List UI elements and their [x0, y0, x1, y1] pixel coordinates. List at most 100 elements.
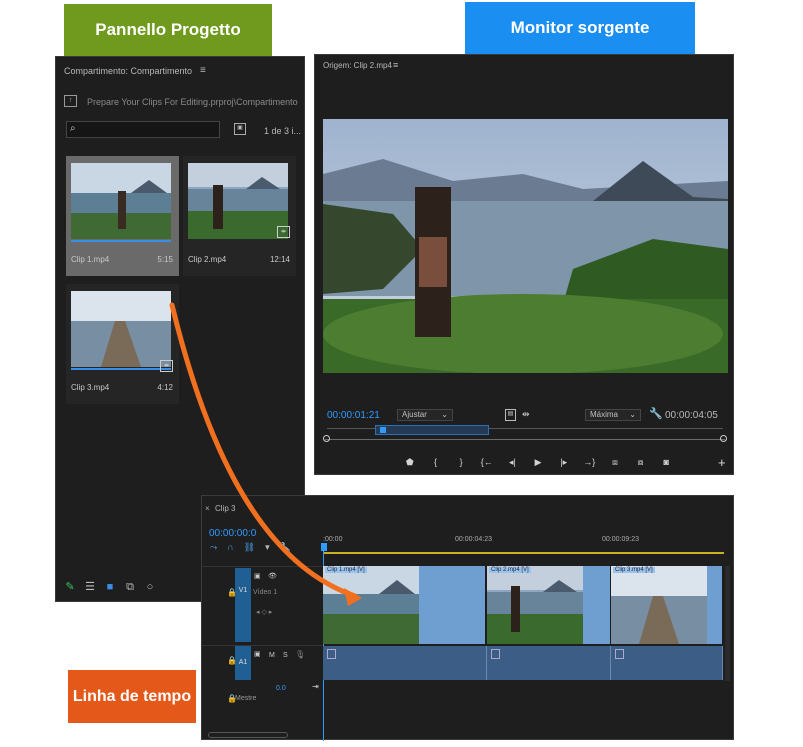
current-timecode[interactable]: 00:00:01:21	[327, 410, 380, 421]
up-folder-icon[interactable]: ↑	[64, 95, 77, 107]
keyframe-nav-icon[interactable]: ◂ ◇ ▸	[256, 608, 272, 616]
horizontal-scrollbar[interactable]	[208, 732, 288, 738]
fx-badge-icon	[327, 649, 336, 659]
track-target-a1[interactable]: A1	[235, 646, 251, 680]
search-input[interactable]: ⌕	[66, 121, 220, 138]
snap-icon[interactable]: ∩	[227, 542, 233, 553]
scroll-handle-right[interactable]	[720, 435, 727, 442]
list-view-icon[interactable]: ☰	[84, 581, 96, 593]
quality-value: Máxima	[590, 410, 619, 419]
project-clip-3[interactable]: ⇹ Clip 3.mp4 4:12	[66, 284, 179, 404]
project-clip-2[interactable]: ⇹ Clip 2.mp4 12:14	[183, 156, 296, 276]
clip-duration: 5:15	[157, 255, 173, 264]
audio-video-badge-icon: ⇹	[277, 226, 290, 238]
insert-icon[interactable]: ⧈	[608, 456, 622, 468]
icon-view-icon[interactable]: ■	[104, 581, 116, 593]
timeline-clip-2[interactable]: Clip 2.mp4 [V]	[487, 566, 583, 644]
drag-video-icon[interactable]: ⇹	[522, 409, 530, 420]
step-forward-icon[interactable]: |▸	[557, 456, 571, 468]
timeline-clip-1-tail[interactable]	[419, 566, 485, 644]
clip-name: Clip 2.mp4	[188, 255, 227, 264]
master-volume[interactable]: 0.0	[276, 685, 286, 692]
search-icon: ⌕	[70, 123, 76, 134]
timeline-panel: × Clip 3 00:00:00:0 ⤳ ∩ ⛓ ▾ 🔧 :00:00 00:…	[201, 495, 734, 741]
linked-selection-icon[interactable]: ⛓	[244, 542, 255, 553]
camera-icon[interactable]: ◙	[659, 456, 673, 468]
new-bin-icon[interactable]: ▣	[234, 123, 246, 135]
monitor-title: Origem: Clip 2.mp4	[323, 61, 392, 70]
in-out-range[interactable]	[375, 425, 489, 435]
clip-duration: 12:14	[269, 255, 290, 264]
ruler-tick-label: 00:00:09:23	[602, 536, 639, 543]
clip-name: Clip 1.mp4	[71, 255, 110, 264]
scroll-handle-left[interactable]	[323, 435, 330, 442]
clip-duration: 4:12	[157, 383, 173, 392]
step-back-icon[interactable]: ◂|	[506, 456, 520, 468]
source-video-frame	[323, 119, 728, 373]
zoom-slider-icon[interactable]: ○	[144, 581, 156, 593]
sequence-title: Clip 3	[215, 504, 236, 513]
timeline-clip-1[interactable]: Clip 1.mp4 [V]	[323, 566, 419, 644]
callout-project-panel: Pannello Progetto	[64, 4, 272, 56]
close-icon[interactable]: ×	[205, 504, 210, 513]
mute-button[interactable]: M	[269, 652, 275, 659]
go-to-out-icon[interactable]: →}	[582, 456, 596, 468]
project-panel-title: Compartimento: Compartimento	[64, 66, 193, 76]
quality-dropdown[interactable]: Máxima ⌄	[585, 409, 641, 421]
video-track-name: Vídeo 1	[253, 589, 278, 596]
timeline-clip-3[interactable]: Clip 3.mp4 [V]	[611, 566, 707, 644]
timeline-playhead[interactable]	[321, 543, 327, 551]
project-path: Prepare Your Clips For Editing.prproj\Co…	[87, 97, 298, 107]
track-target-v1[interactable]: V1	[235, 568, 251, 642]
timeline-clip-3-tail[interactable]	[707, 566, 722, 644]
clip-thumbnail	[71, 163, 171, 239]
wrench-icon[interactable]: 🔧	[649, 407, 663, 420]
add-button-icon[interactable]: +	[718, 455, 726, 470]
sync-lock-icon[interactable]: ▣	[254, 650, 261, 658]
freeform-view-icon[interactable]: ⧉	[124, 581, 136, 593]
audio-clip-1[interactable]	[323, 646, 487, 680]
duration-timecode: 00:00:04:05	[665, 410, 718, 421]
go-to-end-icon[interactable]: ⇥	[312, 682, 319, 691]
callout-timeline: Linha de tempo	[68, 670, 196, 723]
chevron-down-icon: ⌄	[441, 410, 448, 419]
vertical-scrollbar[interactable]	[725, 566, 730, 681]
timeline-timecode[interactable]: 00:00:00:0	[209, 528, 256, 539]
transport-controls: ⬟ { } {← ◂| ▶ |▸ →} ⧈ ⧇ ◙	[403, 456, 673, 468]
nest-icon[interactable]: ⤳	[210, 542, 217, 553]
settings-icon[interactable]: ▤	[505, 409, 516, 421]
wrench-icon[interactable]: 🔧	[280, 542, 291, 553]
overwrite-icon[interactable]: ⧇	[634, 456, 648, 468]
clip-thumbnail	[188, 163, 288, 239]
marker-icon[interactable]: ▾	[265, 542, 270, 553]
clip-progress-bar	[71, 368, 171, 370]
mark-in-icon[interactable]: {	[429, 456, 443, 468]
mark-out-icon[interactable]: }	[454, 456, 468, 468]
project-clip-1[interactable]: Clip 1.mp4 5:15	[66, 156, 179, 276]
sync-lock-icon[interactable]: ▣	[254, 572, 261, 580]
eye-icon[interactable]: 👁	[268, 572, 277, 580]
scrub-bar[interactable]	[325, 439, 725, 440]
hamburger-icon[interactable]: ≡	[393, 60, 398, 70]
source-monitor: Origem: Clip 2.mp4 ≡ 00:00:01:21 Ajustar…	[314, 54, 734, 475]
microphone-icon[interactable]: 🎙	[295, 650, 305, 659]
video-track-header	[202, 566, 322, 646]
ruler-tick-label: 00:00:04:23	[455, 536, 492, 543]
work-area-bar[interactable]	[323, 552, 724, 554]
clip-label: Clip 1.mp4 [V]	[325, 567, 367, 573]
ruler-tick-label: :00:00	[323, 536, 343, 543]
go-to-in-icon[interactable]: {←	[480, 456, 494, 468]
timeline-tools: ⤳ ∩ ⛓ ▾ 🔧	[210, 542, 291, 553]
fit-dropdown[interactable]: Ajustar ⌄	[397, 409, 453, 421]
audio-clip-3[interactable]	[611, 646, 723, 680]
timeline-clip-2-tail[interactable]	[583, 566, 610, 644]
play-icon[interactable]: ▶	[531, 456, 545, 468]
solo-button[interactable]: S	[283, 652, 288, 659]
pencil-icon[interactable]: ✎	[64, 581, 76, 593]
fit-value: Ajustar	[402, 410, 427, 419]
add-marker-icon[interactable]: ⬟	[403, 456, 417, 468]
clip-label: Clip 2.mp4 [V]	[489, 567, 531, 573]
audio-clip-2[interactable]	[487, 646, 611, 680]
hamburger-icon[interactable]: ≡	[200, 65, 206, 76]
playhead-marker[interactable]	[380, 427, 386, 433]
